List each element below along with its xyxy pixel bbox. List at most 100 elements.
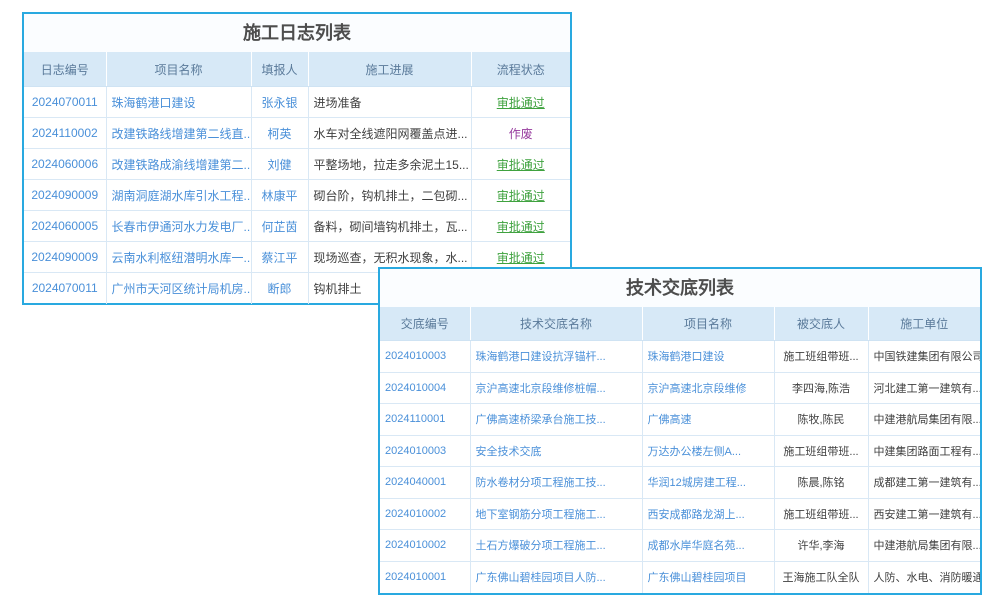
table-row: 2024010002 土石方爆破分项工程施工... 成都水岸华庭名苑... 许华… <box>380 530 980 562</box>
log-progress-cell: 平整场地，拉走多余泥土15... <box>308 149 471 180</box>
log-id-link[interactable]: 2024060005 <box>24 211 106 242</box>
construction-log-title: 施工日志列表 <box>24 14 570 52</box>
disclosure-name-link[interactable]: 防水卷材分项工程施工技... <box>470 467 642 499</box>
disclosure-col-header-recipients: 被交底人 <box>774 307 868 341</box>
disclosure-recipients-cell: 陈晨,陈铭 <box>774 467 868 499</box>
table-row: 2024010001 广东佛山碧桂园项目人防... 广东佛山碧桂园项目 王海施工… <box>380 561 980 593</box>
disclosure-unit-cell: 西安建工第一建筑有... <box>868 498 980 530</box>
disclosure-name-link[interactable]: 地下室钢筋分项工程施工... <box>470 498 642 530</box>
log-project-link[interactable]: 湖南洞庭湖水库引水工程... <box>106 180 251 211</box>
disclosure-recipients-cell: 施工班组带班... <box>774 341 868 373</box>
disclosure-id-link[interactable]: 2024010002 <box>380 498 470 530</box>
table-row: 2024010004 京沪高速北京段维修桩帽... 京沪高速北京段维修 李四海,… <box>380 372 980 404</box>
log-reporter-cell: 柯英 <box>251 118 308 149</box>
disclosure-name-link[interactable]: 京沪高速北京段维修桩帽... <box>470 372 642 404</box>
table-row: 2024010003 珠海鹤港口建设抗浮锚杆... 珠海鹤港口建设 施工班组带班… <box>380 341 980 373</box>
table-row: 2024110002 改建铁路线增建第二线直... 柯英 水车对全线遮阳网覆盖点… <box>24 118 570 149</box>
log-status-link[interactable]: 审批通过 <box>471 149 570 180</box>
disclosure-project-link[interactable]: 华润12城房建工程... <box>642 467 774 499</box>
disclosure-unit-cell: 中建港航局集团有限... <box>868 404 980 436</box>
disclosure-id-link[interactable]: 2024010004 <box>380 372 470 404</box>
disclosure-recipients-cell: 施工班组带班... <box>774 498 868 530</box>
disclosure-project-link[interactable]: 京沪高速北京段维修 <box>642 372 774 404</box>
log-col-header-status: 流程状态 <box>471 52 570 87</box>
disclosure-name-link[interactable]: 广佛高速桥梁承台施工技... <box>470 404 642 436</box>
log-status-link[interactable]: 审批通过 <box>471 211 570 242</box>
log-status-link[interactable]: 审批通过 <box>471 87 570 118</box>
log-reporter-cell: 蔡江平 <box>251 242 308 273</box>
disclosure-recipients-cell: 施工班组带班... <box>774 435 868 467</box>
log-reporter-cell: 刘健 <box>251 149 308 180</box>
table-row: 2024060006 改建铁路成渝线增建第二... 刘健 平整场地，拉走多余泥土… <box>24 149 570 180</box>
table-row: 2024070011 珠海鹤港口建设 张永银 进场准备 审批通过 <box>24 87 570 118</box>
log-project-link[interactable]: 改建铁路线增建第二线直... <box>106 118 251 149</box>
disclosure-id-link[interactable]: 2024040001 <box>380 467 470 499</box>
log-id-link[interactable]: 2024070011 <box>24 87 106 118</box>
log-reporter-cell: 张永银 <box>251 87 308 118</box>
log-progress-cell: 水车对全线遮阳网覆盖点进... <box>308 118 471 149</box>
log-col-header-project: 项目名称 <box>106 52 251 87</box>
log-header-row: 日志编号 项目名称 填报人 施工进展 流程状态 <box>24 52 570 87</box>
log-col-header-progress: 施工进展 <box>308 52 471 87</box>
log-id-link[interactable]: 2024090009 <box>24 180 106 211</box>
disclosure-recipients-cell: 许华,李海 <box>774 530 868 562</box>
disclosure-col-header-id: 交底编号 <box>380 307 470 341</box>
disclosure-name-link[interactable]: 广东佛山碧桂园项目人防... <box>470 561 642 593</box>
disclosure-unit-cell: 成都建工第一建筑有... <box>868 467 980 499</box>
disclosure-name-link[interactable]: 安全技术交底 <box>470 435 642 467</box>
construction-log-panel: 施工日志列表 日志编号 项目名称 填报人 施工进展 流程状态 202407001… <box>22 12 572 305</box>
log-id-link[interactable]: 2024110002 <box>24 118 106 149</box>
log-col-header-id: 日志编号 <box>24 52 106 87</box>
log-project-link[interactable]: 改建铁路成渝线增建第二... <box>106 149 251 180</box>
table-row: 2024110001 广佛高速桥梁承台施工技... 广佛高速 陈牧,陈民 中建港… <box>380 404 980 436</box>
disclosure-recipients-cell: 陈牧,陈民 <box>774 404 868 436</box>
log-progress-cell: 砌台阶，钩机排土，二包砌... <box>308 180 471 211</box>
table-row: 2024040001 防水卷材分项工程施工技... 华润12城房建工程... 陈… <box>380 467 980 499</box>
technical-disclosure-table: 交底编号 技术交底名称 项目名称 被交底人 施工单位 2024010003 珠海… <box>380 307 980 593</box>
disclosure-id-link[interactable]: 2024010003 <box>380 341 470 373</box>
disclosure-project-link[interactable]: 成都水岸华庭名苑... <box>642 530 774 562</box>
disclosure-project-link[interactable]: 广佛高速 <box>642 404 774 436</box>
disclosure-recipients-cell: 李四海,陈浩 <box>774 372 868 404</box>
disclosure-name-link[interactable]: 土石方爆破分项工程施工... <box>470 530 642 562</box>
log-id-link[interactable]: 2024060006 <box>24 149 106 180</box>
disclosure-id-link[interactable]: 2024110001 <box>380 404 470 436</box>
disclosure-col-header-unit: 施工单位 <box>868 307 980 341</box>
log-progress-cell: 进场准备 <box>308 87 471 118</box>
disclosure-id-link[interactable]: 2024010002 <box>380 530 470 562</box>
log-col-header-reporter: 填报人 <box>251 52 308 87</box>
log-project-link[interactable]: 长春市伊通河水力发电厂... <box>106 211 251 242</box>
log-project-link[interactable]: 珠海鹤港口建设 <box>106 87 251 118</box>
disclosure-unit-cell: 中建港航局集团有限... <box>868 530 980 562</box>
disclosure-unit-cell: 中国铁建集团有限公司 <box>868 341 980 373</box>
disclosure-unit-cell: 河北建工第一建筑有... <box>868 372 980 404</box>
disclosure-project-link[interactable]: 广东佛山碧桂园项目 <box>642 561 774 593</box>
disclosure-unit-cell: 中建集团路面工程有... <box>868 435 980 467</box>
disclosure-col-header-project: 项目名称 <box>642 307 774 341</box>
log-reporter-cell: 林康平 <box>251 180 308 211</box>
disclosure-project-link[interactable]: 珠海鹤港口建设 <box>642 341 774 373</box>
disclosure-id-link[interactable]: 2024010003 <box>380 435 470 467</box>
log-progress-cell: 备料，砌间墙钩机排土，瓦... <box>308 211 471 242</box>
disclosure-project-link[interactable]: 西安成都路龙湖上... <box>642 498 774 530</box>
log-status-link[interactable]: 审批通过 <box>471 180 570 211</box>
log-reporter-cell: 何芷茵 <box>251 211 308 242</box>
table-row: 2024060005 长春市伊通河水力发电厂... 何芷茵 备料，砌间墙钩机排土… <box>24 211 570 242</box>
disclosure-name-link[interactable]: 珠海鹤港口建设抗浮锚杆... <box>470 341 642 373</box>
disclosure-id-link[interactable]: 2024010001 <box>380 561 470 593</box>
log-project-link[interactable]: 云南水利枢纽潜明水库一... <box>106 242 251 273</box>
log-project-link[interactable]: 广州市天河区统计局机房... <box>106 273 251 304</box>
technical-disclosure-panel: 技术交底列表 交底编号 技术交底名称 项目名称 被交底人 施工单位 202401… <box>378 267 982 595</box>
disclosure-recipients-cell: 王海施工队全队 <box>774 561 868 593</box>
disclosure-unit-cell: 人防、水电、消防暖通 <box>868 561 980 593</box>
table-row: 2024090009 湖南洞庭湖水库引水工程... 林康平 砌台阶，钩机排土，二… <box>24 180 570 211</box>
log-status-link[interactable]: 作废 <box>471 118 570 149</box>
technical-disclosure-title: 技术交底列表 <box>380 269 980 307</box>
construction-log-table: 日志编号 项目名称 填报人 施工进展 流程状态 2024070011 珠海鹤港口… <box>24 52 570 304</box>
disclosure-project-link[interactable]: 万达办公楼左侧A... <box>642 435 774 467</box>
table-row: 2024010002 地下室钢筋分项工程施工... 西安成都路龙湖上... 施工… <box>380 498 980 530</box>
log-reporter-cell: 断郎 <box>251 273 308 304</box>
log-id-link[interactable]: 2024090009 <box>24 242 106 273</box>
log-id-link[interactable]: 2024070011 <box>24 273 106 304</box>
disclosure-col-header-name: 技术交底名称 <box>470 307 642 341</box>
